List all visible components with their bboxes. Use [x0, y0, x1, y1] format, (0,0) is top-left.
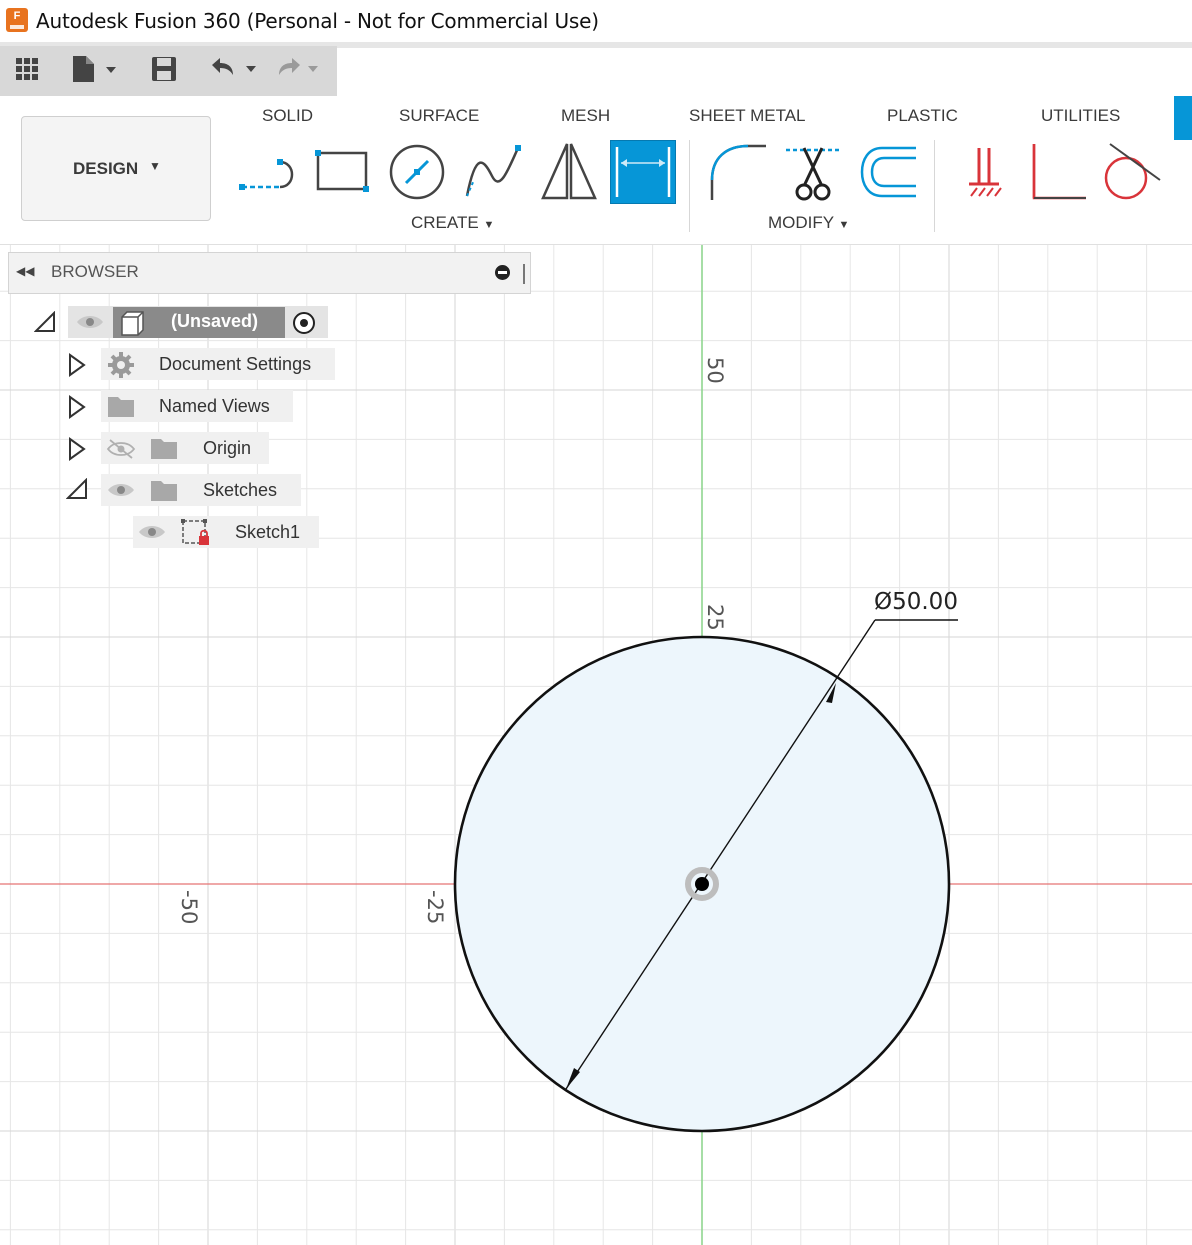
sketch-locked-icon — [181, 519, 209, 545]
browser-item-label: Document Settings — [159, 354, 312, 374]
gear-icon — [108, 352, 134, 378]
fusion-logo-icon: F — [6, 8, 28, 32]
offset-tool-icon[interactable] — [858, 140, 920, 204]
tab-solid[interactable]: SOLID — [262, 106, 313, 126]
file-menu-icon[interactable] — [70, 54, 122, 84]
trim-tool-icon[interactable] — [782, 140, 844, 204]
tab-surface[interactable]: SURFACE — [399, 106, 479, 126]
eye-icon[interactable] — [106, 480, 136, 500]
ribbon-separator — [689, 140, 690, 232]
tab-sheet-metal[interactable]: SHEET METAL — [689, 106, 806, 126]
fillet-tool-icon[interactable] — [704, 140, 766, 204]
redo-icon[interactable] — [276, 55, 328, 85]
axis-label-y50: 50 — [703, 357, 727, 384]
fix-constraint-icon[interactable] — [955, 140, 1017, 204]
folder-icon — [151, 439, 177, 459]
browser-title: BROWSER — [51, 262, 139, 281]
panel-resize-handle[interactable] — [523, 264, 525, 284]
chevron-down-icon: ▼ — [149, 159, 161, 173]
browser-item-label: Origin — [203, 438, 252, 458]
app-grid-icon[interactable] — [14, 56, 42, 86]
axis-label-xm50: -50 — [177, 890, 201, 924]
expand-triangle-icon[interactable] — [34, 311, 58, 335]
folder-icon — [108, 397, 134, 417]
component-icon — [121, 311, 144, 336]
root-component-label: (Unsaved) — [171, 311, 259, 331]
window-title: Autodesk Fusion 360 (Personal - Not for … — [36, 9, 599, 33]
axis-label-y25: 25 — [703, 604, 727, 631]
expand-triangle-icon[interactable] — [66, 478, 90, 502]
modify-menu[interactable]: MODIFY ▼ — [768, 213, 849, 233]
collapsed-triangle-icon[interactable] — [66, 352, 88, 378]
tab-utilities[interactable]: UTILITIES — [1041, 106, 1120, 126]
chevron-down-icon: ▼ — [838, 219, 850, 231]
axis-label-xm25: -25 — [423, 890, 447, 924]
browser-item-label: Named Views — [159, 396, 270, 416]
mirror-tool-icon[interactable] — [538, 140, 600, 204]
eye-hidden-icon[interactable] — [106, 438, 136, 460]
eye-icon[interactable] — [137, 522, 167, 542]
collapsed-triangle-icon[interactable] — [66, 436, 88, 462]
create-menu[interactable]: CREATE ▼ — [411, 213, 494, 233]
workspace-label: DESIGN — [73, 159, 139, 178]
folder-icon — [151, 481, 177, 501]
tangent-constraint-icon[interactable] — [1100, 140, 1162, 204]
tab-plastic[interactable]: PLASTIC — [887, 106, 958, 126]
browser-item-label: Sketch1 — [235, 522, 301, 542]
tab-active-indicator — [1174, 96, 1192, 140]
spline-tool-icon[interactable] — [462, 140, 524, 204]
line-tool-icon[interactable] — [236, 140, 298, 204]
dimension-label[interactable]: Ø50.00 — [874, 589, 958, 615]
browser-options-icon[interactable] — [495, 265, 510, 280]
tab-mesh[interactable]: MESH — [561, 106, 610, 126]
undo-icon[interactable] — [206, 55, 262, 85]
eye-icon[interactable] — [75, 312, 105, 332]
sketch-dimension-button[interactable] — [610, 140, 676, 204]
collapsed-triangle-icon[interactable] — [66, 394, 88, 420]
browser-item-label: Sketches — [203, 480, 278, 500]
chevron-down-icon: ▼ — [483, 219, 495, 231]
center-point — [695, 877, 709, 891]
ribbon-separator — [934, 140, 935, 232]
quick-access-toolbar — [0, 46, 337, 96]
collapse-panel-icon[interactable]: ◀◀ — [16, 264, 34, 278]
perpendicular-constraint-icon[interactable] — [1028, 140, 1090, 204]
dimension-tool-icon — [615, 147, 671, 197]
save-icon[interactable] — [150, 55, 178, 85]
circle-tool-icon[interactable] — [386, 140, 448, 204]
activate-radio-icon[interactable] — [291, 310, 317, 336]
rectangle-tool-icon[interactable] — [312, 140, 374, 204]
